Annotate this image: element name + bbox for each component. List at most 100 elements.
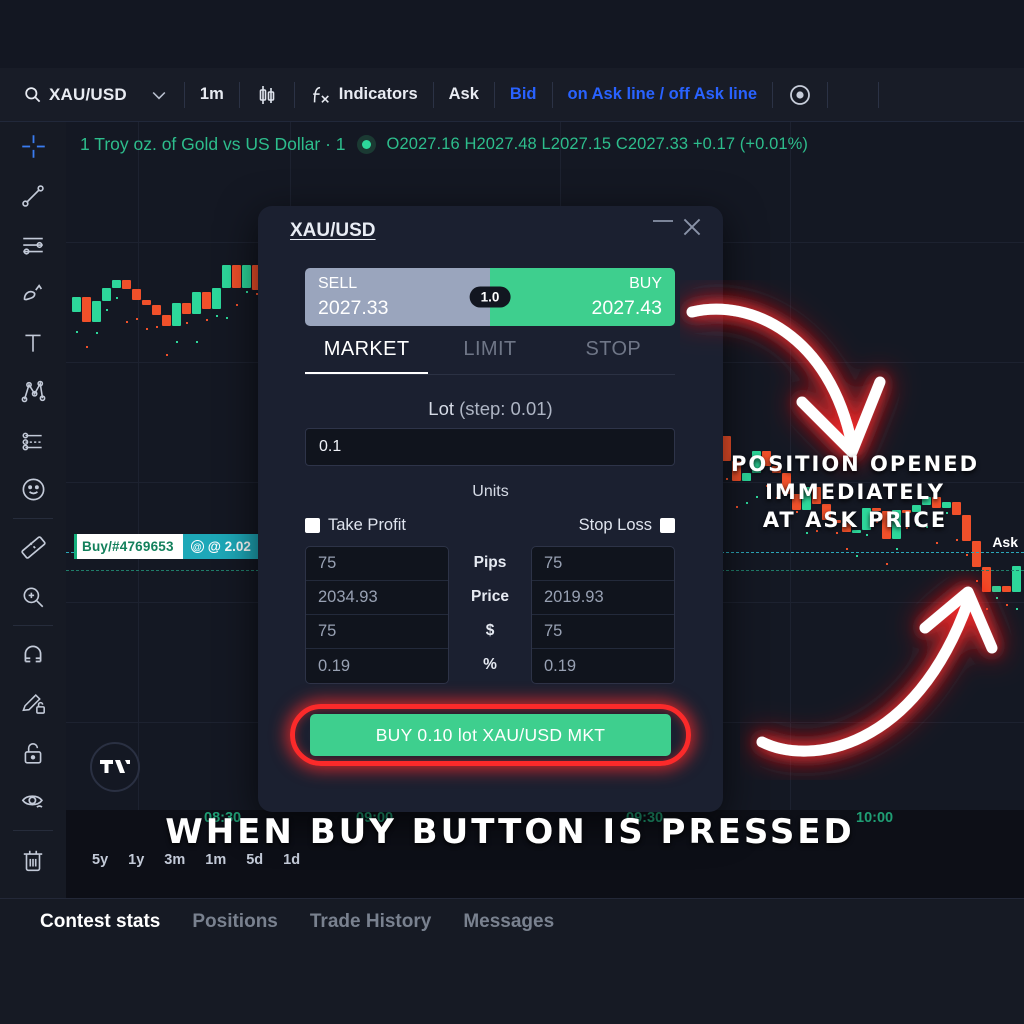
- stop-loss-toggle[interactable]: Stop Loss: [579, 516, 675, 535]
- pencil-lock-icon[interactable]: [0, 679, 66, 728]
- annotation-right: POSITION OPENED IMMEDIATELY AT ASK PRICE: [690, 450, 1020, 534]
- chart-legend: 1 Troy oz. of Gold vs US Dollar · 1 O202…: [80, 134, 808, 155]
- units-label: Units: [472, 483, 509, 500]
- bid-toggle[interactable]: Bid: [499, 76, 548, 114]
- stop-loss-pips-field[interactable]: 75: [532, 547, 674, 581]
- take-profit-$-field[interactable]: 75: [306, 615, 448, 649]
- bottom-tab-messages[interactable]: Messages: [463, 911, 554, 933]
- trash-icon[interactable]: [0, 835, 66, 884]
- bottom-tab-positions[interactable]: Positions: [192, 911, 278, 933]
- timeframe-button-5d[interactable]: 5d: [246, 852, 263, 868]
- order-tab-limit[interactable]: LIMIT: [428, 338, 551, 374]
- candle-wick: [976, 579, 978, 582]
- emoji-icon[interactable]: [0, 465, 66, 514]
- fx-icon: [310, 84, 332, 106]
- stop-loss-%-field[interactable]: 0.19: [532, 649, 674, 683]
- symbol-search[interactable]: XAU/USD: [12, 76, 138, 114]
- sell-label: SELL: [318, 275, 358, 292]
- candle-wick: [1016, 608, 1018, 611]
- tradingview-logo: [90, 742, 140, 792]
- candle-body: [182, 302, 191, 315]
- timeframe-button-1d[interactable]: 1d: [283, 852, 300, 868]
- open-position-marker[interactable]: Buy/#4769653 @ @ 2.02: [74, 534, 259, 559]
- take-profit-pips-field[interactable]: 75: [306, 547, 448, 581]
- candle-wick: [996, 597, 998, 600]
- ask-toggle[interactable]: Ask: [438, 76, 490, 114]
- chart-toolbar: XAU/USD 1m Indicators Ask Bid on Ask lin…: [0, 68, 1024, 122]
- candle-body: [112, 279, 121, 289]
- take-profit-price-field[interactable]: 2034.93: [306, 581, 448, 615]
- candle-wick: [246, 290, 248, 293]
- candle-wick: [86, 345, 88, 348]
- trend-line-icon[interactable]: [0, 171, 66, 220]
- visibility-button[interactable]: [777, 76, 823, 114]
- close-icon[interactable]: [679, 214, 705, 240]
- timeframe-button-1m[interactable]: 1m: [205, 852, 226, 868]
- timeframe-selector[interactable]: 1m: [189, 76, 235, 114]
- take-profit-%-field[interactable]: 0.19: [306, 649, 448, 683]
- divider: [878, 81, 879, 108]
- stop-loss-checkbox[interactable]: [660, 518, 675, 533]
- candle-wick: [956, 539, 958, 542]
- lot-input[interactable]: 0.1: [305, 428, 675, 466]
- order-tab-market[interactable]: MARKET: [305, 338, 429, 374]
- sell-price: 2027.33: [318, 297, 389, 319]
- trading-app: XAU/USD 1m Indicators Ask Bid on Ask lin…: [0, 0, 1024, 1024]
- forecast-icon[interactable]: [0, 416, 66, 465]
- candles-icon: [255, 83, 279, 107]
- indicators-button[interactable]: Indicators: [299, 76, 429, 114]
- order-dialog[interactable]: XAU/USD SELL 2027.33 BUY 2027.43 1.0 MAR…: [258, 206, 723, 812]
- patterns-icon[interactable]: [0, 367, 66, 416]
- timeframe-button-3m[interactable]: 3m: [164, 852, 185, 868]
- candle-wick: [846, 548, 848, 551]
- eye-hide-icon[interactable]: [0, 777, 66, 826]
- bottom-tab-trade-history[interactable]: Trade History: [310, 911, 431, 933]
- annotation-bottom: WHEN BUY BUTTON IS PRESSED: [165, 812, 855, 852]
- candle-wick: [896, 547, 898, 550]
- candle-wick: [96, 331, 98, 334]
- chevron-down-icon: [149, 85, 169, 105]
- submit-order-button[interactable]: BUY 0.10 lot XAU/USD MKT: [310, 714, 671, 756]
- order-tab-stop[interactable]: STOP: [552, 338, 675, 374]
- grid-line-vertical: [138, 122, 139, 810]
- zoom-in-icon[interactable]: [0, 572, 66, 621]
- sell-button[interactable]: SELL 2027.33: [305, 268, 490, 326]
- take-profit-checkbox[interactable]: [305, 518, 320, 533]
- timeframe-row: 5y 1y 3m 1m 5d 1d: [92, 852, 300, 868]
- candle-wick: [176, 340, 178, 343]
- horizontal-lines-icon[interactable]: [0, 220, 66, 269]
- stop-loss-price-field[interactable]: 2019.93: [532, 581, 674, 615]
- bottom-panel: Contest stats Positions Trade History Messa…: [0, 898, 1024, 1024]
- symbol-dropdown[interactable]: [138, 76, 180, 114]
- lot-step-label: (step: 0.01): [459, 398, 553, 419]
- candle-body: [202, 291, 211, 310]
- buy-quote-button[interactable]: BUY 2027.43: [490, 268, 675, 326]
- candle-wick: [136, 317, 138, 320]
- stop-loss-$-field[interactable]: 75: [532, 615, 674, 649]
- text-tool-icon[interactable]: [0, 318, 66, 367]
- divider: [493, 81, 495, 108]
- brush-icon[interactable]: [0, 269, 66, 318]
- candle-wick: [216, 315, 218, 318]
- dialog-title: XAU/USD: [290, 220, 376, 241]
- divider: [183, 81, 185, 108]
- take-profit-toggle[interactable]: Take Profit: [305, 516, 406, 535]
- candle-body: [92, 301, 101, 323]
- timeframe-button-1y[interactable]: 1y: [128, 852, 144, 868]
- crosshair-icon[interactable]: [0, 122, 66, 171]
- ask-line-label: Ask: [992, 534, 1018, 550]
- ask-label: Ask: [448, 85, 479, 103]
- candle-wick: [986, 608, 988, 611]
- chart-type-button[interactable]: [244, 76, 290, 114]
- bottom-tab-strip: Contest stats Positions Trade History Messa…: [40, 911, 554, 933]
- lock-icon[interactable]: [0, 728, 66, 777]
- measure-icon[interactable]: [0, 523, 66, 572]
- minimize-icon[interactable]: [653, 220, 673, 222]
- divider: [13, 518, 53, 519]
- timeframe-button-5y[interactable]: 5y: [92, 852, 108, 868]
- ask-line-toggle[interactable]: on Ask line / off Ask line: [557, 76, 768, 114]
- divider: [432, 81, 434, 108]
- magnet-icon[interactable]: [0, 630, 66, 679]
- candle-wick: [146, 328, 148, 331]
- bottom-tab-contest-stats[interactable]: Contest stats: [40, 911, 160, 933]
